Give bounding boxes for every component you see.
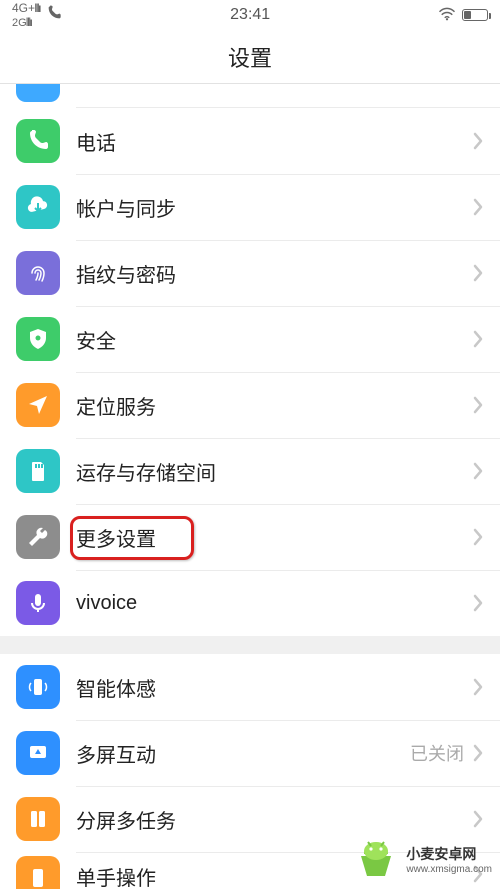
chevron-right-icon [472, 864, 484, 884]
split-icon [16, 797, 60, 841]
row-more-settings-label: 更多设置 [76, 523, 472, 552]
chevron-right-icon [472, 197, 484, 217]
row-split-screen[interactable]: 分屏多任务 [0, 786, 500, 852]
chevron-right-icon [472, 809, 484, 829]
row-motion-sense-label: 智能体感 [76, 673, 472, 702]
chevron-right-icon [472, 329, 484, 349]
row-security-label: 安全 [76, 325, 472, 354]
network-secondary: 2G [12, 17, 27, 29]
phone-wave-icon [16, 665, 60, 709]
row-location-label: 定位服务 [76, 391, 472, 420]
row-phone[interactable]: 电话 [0, 108, 500, 174]
cloud-sync-icon [16, 185, 60, 229]
fingerprint-icon [16, 251, 60, 295]
row-motion-sense[interactable]: 智能体感 [0, 654, 500, 720]
list-item-cut-top[interactable] [0, 84, 500, 108]
location-icon [16, 383, 60, 427]
wrench-icon [16, 515, 60, 559]
page-title: 设置 [0, 30, 500, 84]
unknown-icon [16, 84, 60, 102]
row-multiscreen-label: 多屏互动 [76, 739, 410, 768]
row-onehand-label: 单手操作 [76, 862, 472, 889]
chevron-right-icon [472, 677, 484, 697]
wifi-icon [438, 7, 456, 24]
row-fingerprint-pwd[interactable]: 指纹与密码 [0, 240, 500, 306]
chevron-right-icon [472, 131, 484, 151]
row-account-sync[interactable]: 帐户与同步 [0, 174, 500, 240]
row-security[interactable]: 安全 [0, 306, 500, 372]
chevron-right-icon [472, 593, 484, 613]
row-account-sync-label: 帐户与同步 [76, 193, 472, 222]
sdcard-icon [16, 449, 60, 493]
chevron-right-icon [472, 527, 484, 547]
call-icon [46, 5, 62, 26]
network-primary: 4G+ [12, 1, 35, 15]
page-title-text: 设置 [228, 41, 272, 73]
row-onehand-cut[interactable]: 单手操作 [0, 852, 500, 889]
status-left: 4G+ ıılll 2G ıılll [12, 2, 62, 29]
row-vivoice-label: vivoice [76, 592, 472, 615]
status-right [438, 7, 488, 24]
chevron-right-icon [472, 263, 484, 283]
row-storage[interactable]: 运存与存储空间 [0, 438, 500, 504]
settings-group-1: 电话 帐户与同步 指纹与密码 安全 定位服务 [0, 108, 500, 636]
status-time: 23:41 [62, 6, 438, 24]
section-divider [0, 636, 500, 654]
row-split-screen-label: 分屏多任务 [76, 805, 472, 834]
row-storage-label: 运存与存储空间 [76, 457, 472, 486]
row-multiscreen-value: 已关闭 [410, 740, 464, 766]
cast-icon [16, 731, 60, 775]
row-location[interactable]: 定位服务 [0, 372, 500, 438]
onehand-icon [16, 856, 60, 889]
row-phone-label: 电话 [76, 127, 472, 156]
phone-icon [16, 119, 60, 163]
shield-icon [16, 317, 60, 361]
settings-group-2: 智能体感 多屏互动 已关闭 分屏多任务 [0, 654, 500, 852]
row-vivoice[interactable]: vivoice [0, 570, 500, 636]
status-bar: 4G+ ıılll 2G ıılll 23:41 [0, 0, 500, 30]
row-multiscreen[interactable]: 多屏互动 已关闭 [0, 720, 500, 786]
chevron-right-icon [472, 461, 484, 481]
chevron-right-icon [472, 743, 484, 763]
battery-icon [462, 9, 488, 21]
mic-icon [16, 581, 60, 625]
row-fingerprint-pwd-label: 指纹与密码 [76, 259, 472, 288]
row-more-settings[interactable]: 更多设置 [0, 504, 500, 570]
chevron-right-icon [472, 395, 484, 415]
